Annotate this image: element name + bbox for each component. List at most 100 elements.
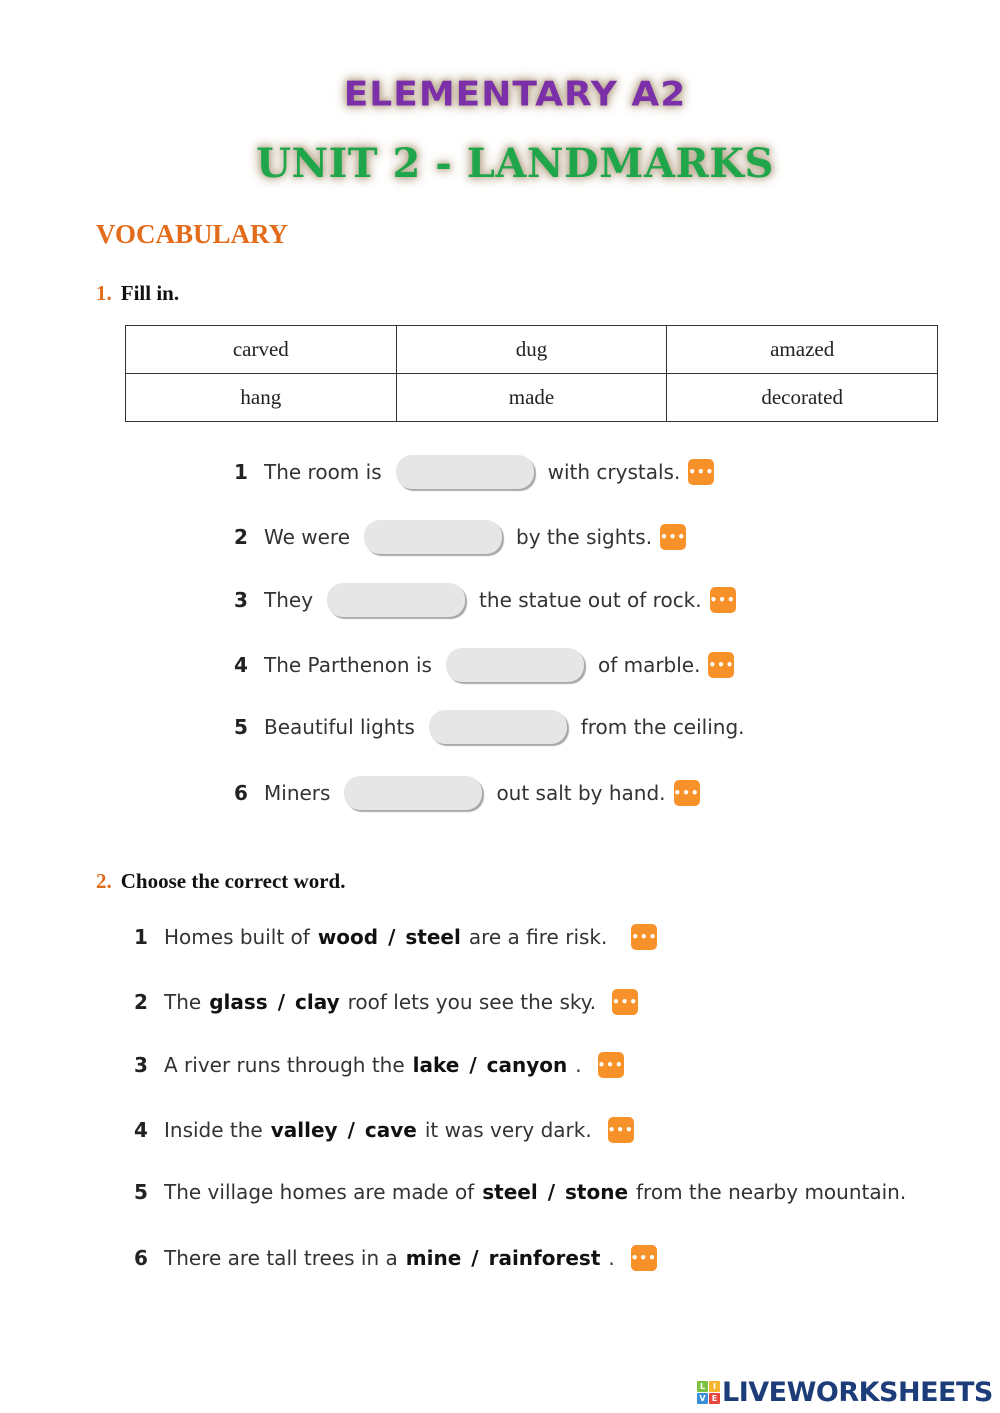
option-2[interactable]: cave	[365, 1118, 417, 1142]
unit-title: UNIT 2 - LANDMARKS	[256, 140, 774, 187]
option-separator: /	[471, 1246, 479, 1270]
choose-item-1: 1 Homes built of wood / steel are a fire…	[134, 917, 658, 957]
exercise-1-number: 1.	[96, 281, 112, 305]
answer-input-1[interactable]	[395, 455, 534, 489]
sentence-end: with crystals.	[547, 460, 681, 484]
section-title: VOCABULARY	[96, 219, 289, 249]
more-options-icon[interactable]: •••	[612, 989, 639, 1015]
word-bank-cell: decorated	[666, 373, 938, 422]
item-number: 3	[234, 588, 248, 612]
word-bank-row: carved dug amazed	[125, 325, 938, 374]
more-options-icon[interactable]: •••	[597, 1052, 624, 1078]
option-separator: /	[547, 1180, 555, 1204]
choose-item-6: 6 There are tall trees in a mine / rainf…	[134, 1238, 657, 1278]
sentence-start: Inside the	[164, 1118, 263, 1142]
item-number: 1	[134, 925, 148, 949]
exercise-1-heading: 1. Fill in.	[96, 281, 179, 306]
option-separator: /	[277, 990, 285, 1014]
fill-item-6: 6 Miners out salt by hand. •••	[234, 773, 700, 813]
sentence-end: the statue out of rock.	[479, 588, 702, 612]
liveworksheets-logo[interactable]: L I V E LIVEWORKSHEETS	[697, 1377, 993, 1408]
more-options-icon[interactable]: •••	[607, 1117, 634, 1143]
fill-item-2: 2 We were by the sights. •••	[234, 517, 687, 557]
more-options-icon[interactable]: •••	[708, 652, 735, 678]
sentence-start: Miners	[264, 781, 331, 805]
option-2[interactable]: steel	[405, 925, 460, 949]
word-bank-cell: made	[395, 373, 668, 422]
sentence-start: We were	[264, 525, 351, 549]
item-number: 5	[134, 1180, 148, 1204]
option-1[interactable]: mine	[406, 1246, 462, 1270]
fill-item-5: 5 Beautiful lights from the ceiling.	[234, 707, 745, 747]
answer-input-6[interactable]	[344, 776, 483, 810]
sentence-end: .	[608, 1246, 615, 1270]
option-1[interactable]: valley	[271, 1118, 338, 1142]
sentence-start: The Parthenon is	[264, 653, 432, 677]
brand-name: LIVEWORKSHEETS	[722, 1377, 993, 1408]
option-2[interactable]: stone	[565, 1180, 628, 1204]
fill-item-1: 1 The room is with crystals. •••	[234, 452, 715, 492]
option-1[interactable]: lake	[413, 1053, 460, 1077]
choose-item-3: 3 A river runs through the lake / canyon…	[134, 1045, 624, 1085]
exercise-2-heading: 2. Choose the correct word.	[96, 869, 345, 894]
fill-item-3: 3 They the statue out of rock. •••	[234, 580, 736, 620]
exercise-2-number: 2.	[96, 869, 112, 893]
item-number: 4	[134, 1118, 148, 1142]
logo-block-e: E	[709, 1393, 720, 1404]
answer-input-4[interactable]	[445, 648, 584, 682]
word-bank-table: carved dug amazed hang made decorated	[125, 325, 938, 422]
sentence-end: .	[575, 1053, 582, 1077]
choose-item-2: 2 The glass / clay roof lets you see the…	[134, 982, 639, 1022]
sentence-start: Beautiful lights	[264, 715, 415, 739]
sentence-end: from the ceiling.	[580, 715, 745, 739]
more-options-icon[interactable]: •••	[709, 587, 736, 613]
option-2[interactable]: canyon	[487, 1053, 568, 1077]
sentence-start: The room is	[264, 460, 382, 484]
sentence-start: They	[264, 588, 314, 612]
option-1[interactable]: glass	[209, 990, 267, 1014]
option-2[interactable]: rainforest	[489, 1246, 601, 1270]
sentence-start: There are tall trees in a	[164, 1246, 398, 1270]
item-number: 6	[234, 781, 248, 805]
item-number: 3	[134, 1053, 148, 1077]
word-bank-cell: hang	[125, 373, 397, 422]
option-1[interactable]: steel	[482, 1180, 537, 1204]
choose-item-4: 4 Inside the valley / cave it was very d…	[134, 1110, 634, 1150]
sentence-start: Homes built of	[164, 925, 310, 949]
sentence-end: roof lets you see the sky.	[347, 990, 597, 1014]
item-number: 6	[134, 1246, 148, 1270]
more-options-icon[interactable]: •••	[688, 459, 715, 485]
logo-block-v: V	[697, 1393, 708, 1404]
option-1[interactable]: wood	[318, 925, 378, 949]
item-number: 2	[134, 990, 148, 1014]
more-options-icon[interactable]: •••	[631, 924, 658, 950]
level-title: ELEMENTARY A2	[343, 75, 687, 114]
answer-input-3[interactable]	[327, 583, 466, 617]
more-options-icon[interactable]: •••	[630, 1245, 657, 1271]
answer-input-2[interactable]	[364, 520, 503, 554]
option-2[interactable]: clay	[295, 990, 340, 1014]
item-number: 4	[234, 653, 248, 677]
item-number: 2	[234, 525, 248, 549]
option-separator: /	[469, 1053, 477, 1077]
sentence-end: of marble.	[597, 653, 701, 677]
item-number: 5	[234, 715, 248, 739]
live-blocks-icon: L I V E	[697, 1381, 720, 1404]
word-bank-cell: carved	[125, 325, 397, 374]
sentence-start: The	[164, 990, 202, 1014]
sentence-end: out salt by hand.	[496, 781, 666, 805]
option-separator: /	[347, 1118, 355, 1142]
exercise-1-instruction: Fill in.	[120, 281, 180, 305]
choose-item-5: 5 The village homes are made of steel / …	[134, 1172, 906, 1212]
word-bank-cell: dug	[395, 325, 668, 374]
fill-item-4: 4 The Parthenon is of marble. •••	[234, 645, 735, 685]
sentence-end: it was very dark.	[424, 1118, 592, 1142]
answer-input-5[interactable]	[428, 710, 567, 744]
more-options-icon[interactable]: •••	[660, 524, 687, 550]
more-options-icon[interactable]: •••	[673, 780, 700, 806]
word-bank-cell: amazed	[666, 325, 938, 374]
sentence-end: from the nearby mountain.	[636, 1180, 907, 1204]
word-bank-row: hang made decorated	[125, 373, 938, 422]
option-separator: /	[388, 925, 396, 949]
item-number: 1	[234, 460, 248, 484]
